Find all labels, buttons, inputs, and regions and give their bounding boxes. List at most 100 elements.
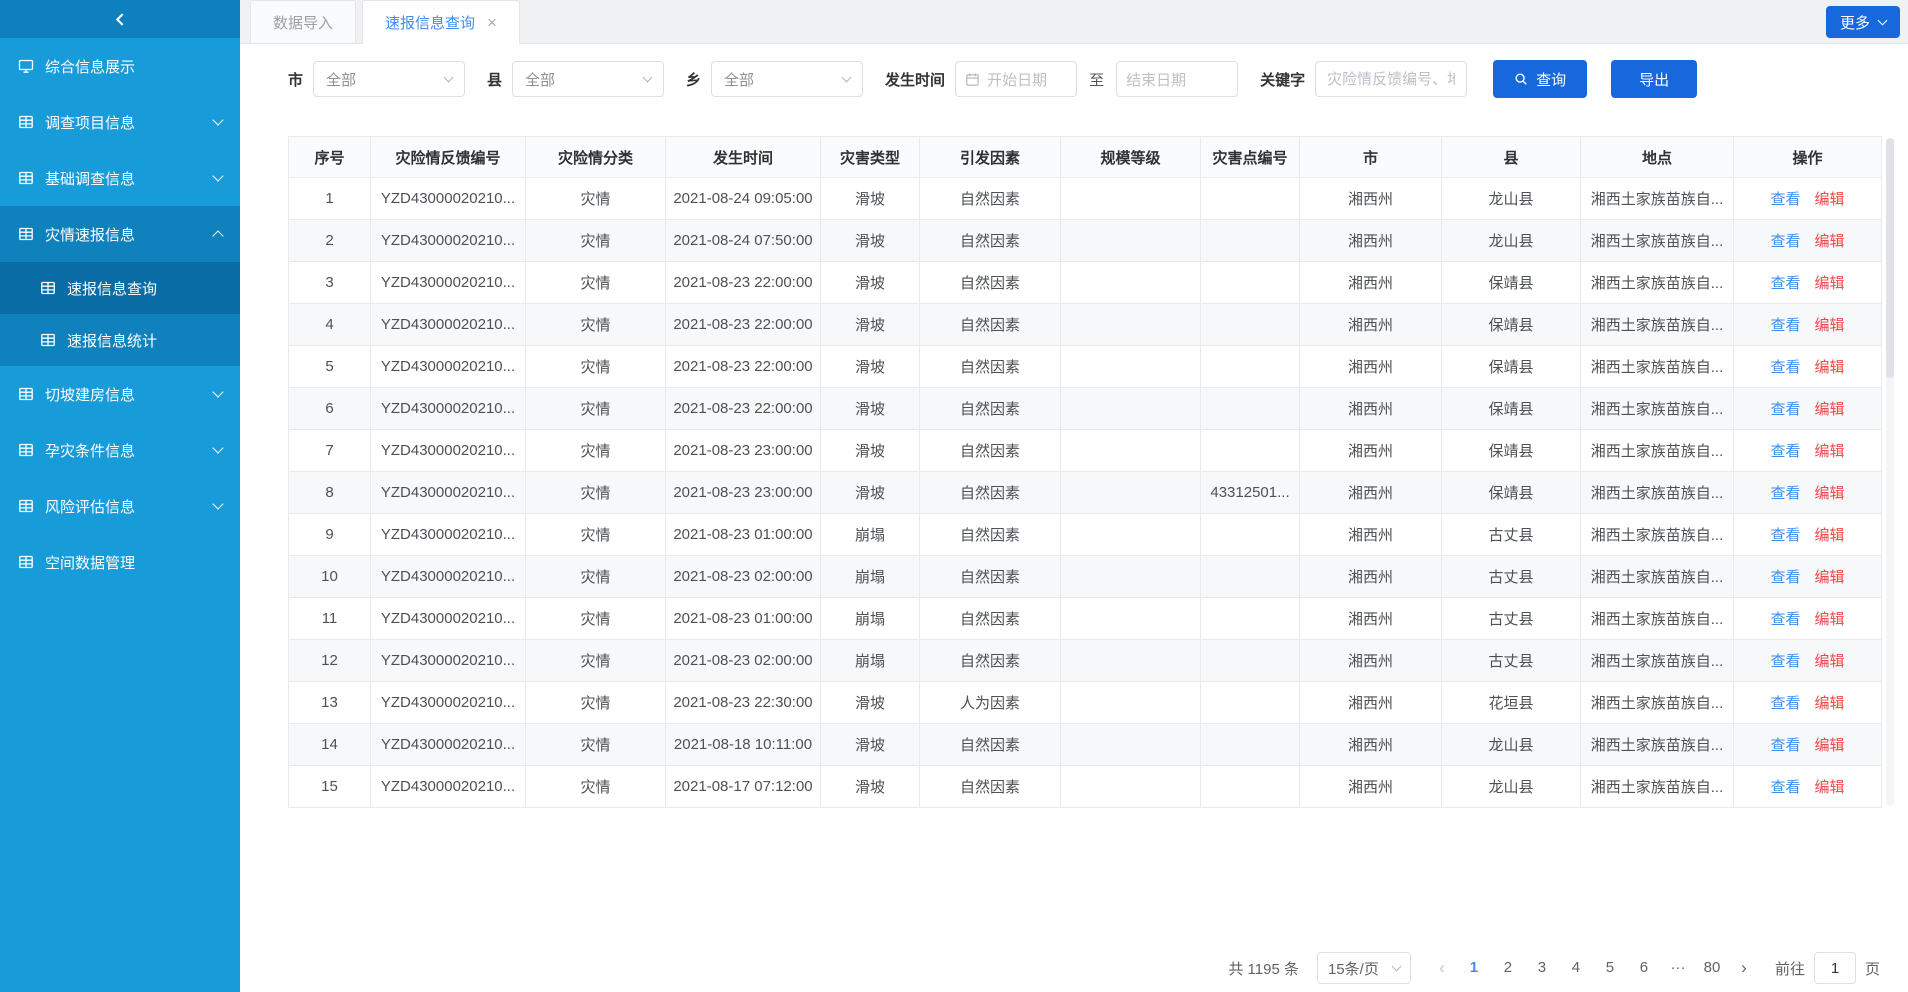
sidebar-item-6[interactable]: 风险评估信息 (0, 478, 240, 534)
edit-link[interactable]: 编辑 (1815, 191, 1845, 208)
chevron-left-icon (113, 12, 128, 27)
keyword-input[interactable] (1315, 61, 1467, 97)
view-link[interactable]: 查看 (1770, 359, 1800, 376)
cell-no: 2 (289, 220, 371, 262)
page-button-4[interactable]: 4 (1561, 953, 1591, 983)
sidebar-subitem-label: 速报信息查询 (67, 278, 157, 299)
sidebar-item-4[interactable]: 切坡建房信息 (0, 366, 240, 422)
page-button-6[interactable]: 6 (1629, 953, 1659, 983)
view-link[interactable]: 查看 (1770, 233, 1800, 250)
edit-link[interactable]: 编辑 (1815, 317, 1845, 334)
grid-icon (18, 554, 34, 570)
sidebar-subitem-3-1[interactable]: 速报信息统计 (0, 314, 240, 366)
view-link[interactable]: 查看 (1770, 695, 1800, 712)
page-size-select[interactable]: 15条/页 (1317, 952, 1411, 984)
page-button-1[interactable]: 1 (1459, 953, 1489, 983)
view-link[interactable]: 查看 (1770, 737, 1800, 754)
cell-point (1201, 724, 1300, 766)
cell-county: 古丈县 (1442, 514, 1581, 556)
end-date-input[interactable]: 结束日期 (1116, 61, 1238, 97)
next-page-button[interactable]: › (1729, 958, 1759, 978)
sidebar-item-7[interactable]: 空间数据管理 (0, 534, 240, 590)
column-header: 操作 (1734, 137, 1882, 178)
view-link[interactable]: 查看 (1770, 779, 1800, 796)
edit-link[interactable]: 编辑 (1815, 779, 1845, 796)
cell-no: 13 (289, 682, 371, 724)
view-link[interactable]: 查看 (1770, 191, 1800, 208)
edit-link[interactable]: 编辑 (1815, 359, 1845, 376)
view-link[interactable]: 查看 (1770, 611, 1800, 628)
tab-close-icon[interactable]: × (487, 14, 497, 31)
sidebar-item-1[interactable]: 调查项目信息 (0, 94, 240, 150)
cell-city: 湘西州 (1300, 220, 1442, 262)
sidebar-item-3[interactable]: 灾情速报信息 (0, 206, 240, 262)
cell-category: 灾情 (526, 556, 666, 598)
cell-no: 12 (289, 640, 371, 682)
sidebar-item-5[interactable]: 孕灾条件信息 (0, 422, 240, 478)
cell-code: YZD43000020210... (371, 220, 526, 262)
cell-no: 5 (289, 346, 371, 388)
cell-city: 湘西州 (1300, 388, 1442, 430)
sidebar-item-0[interactable]: 综合信息展示 (0, 38, 240, 94)
sidebar-item-2[interactable]: 基础调查信息 (0, 150, 240, 206)
edit-link[interactable]: 编辑 (1815, 233, 1845, 250)
total-count: 共 1195 条 (1228, 958, 1299, 979)
cell-factor: 自然因素 (920, 556, 1061, 598)
tab-data-import[interactable]: 数据导入 (250, 0, 356, 43)
chevron-down-icon (842, 72, 852, 82)
edit-link[interactable]: 编辑 (1815, 611, 1845, 628)
view-link[interactable]: 查看 (1770, 443, 1800, 460)
scrollbar-thumb[interactable] (1886, 138, 1894, 378)
cell-factor: 自然因素 (920, 388, 1061, 430)
cell-time: 2021-08-23 02:00:00 (666, 556, 821, 598)
cell-type: 滑坡 (821, 472, 920, 514)
cell-code: YZD43000020210... (371, 304, 526, 346)
more-button[interactable]: 更多 (1826, 6, 1900, 38)
prev-page-button[interactable]: ‹ (1427, 958, 1457, 978)
township-filter-label: 乡 (686, 69, 701, 90)
sidebar-collapse-button[interactable] (0, 0, 240, 38)
view-link[interactable]: 查看 (1770, 275, 1800, 292)
edit-link[interactable]: 编辑 (1815, 527, 1845, 544)
sidebar-subitem-3-0[interactable]: 速报信息查询 (0, 262, 240, 314)
page-button-5[interactable]: 5 (1595, 953, 1625, 983)
cell-point (1201, 346, 1300, 388)
page-button-2[interactable]: 2 (1493, 953, 1523, 983)
township-select[interactable]: 全部 (711, 61, 863, 97)
edit-link[interactable]: 编辑 (1815, 653, 1845, 670)
page-button-3[interactable]: 3 (1527, 953, 1557, 983)
city-select-value: 全部 (326, 69, 356, 90)
sidebar: 综合信息展示调查项目信息基础调查信息灾情速报信息速报信息查询速报信息统计切坡建房… (0, 0, 240, 992)
city-select[interactable]: 全部 (313, 61, 465, 97)
cell-time: 2021-08-23 22:00:00 (666, 346, 821, 388)
edit-link[interactable]: 编辑 (1815, 485, 1845, 502)
cell-type: 滑坡 (821, 220, 920, 262)
page-button-80[interactable]: 80 (1697, 953, 1727, 983)
view-link[interactable]: 查看 (1770, 527, 1800, 544)
page-ellipsis[interactable]: ··· (1663, 953, 1693, 983)
cell-time: 2021-08-18 10:11:00 (666, 724, 821, 766)
export-button[interactable]: 导出 (1611, 60, 1697, 98)
goto-page-input[interactable] (1814, 952, 1856, 984)
search-button[interactable]: 查询 (1493, 60, 1587, 98)
start-date-input[interactable]: 开始日期 (955, 61, 1077, 97)
view-link[interactable]: 查看 (1770, 317, 1800, 334)
edit-link[interactable]: 编辑 (1815, 443, 1845, 460)
view-link[interactable]: 查看 (1770, 569, 1800, 586)
cell-actions: 查看编辑 (1734, 514, 1882, 556)
edit-link[interactable]: 编辑 (1815, 737, 1845, 754)
cell-county: 古丈县 (1442, 640, 1581, 682)
view-link[interactable]: 查看 (1770, 401, 1800, 418)
cell-city: 湘西州 (1300, 430, 1442, 472)
chevron-down-icon (444, 72, 454, 82)
county-select[interactable]: 全部 (512, 61, 664, 97)
view-link[interactable]: 查看 (1770, 653, 1800, 670)
cell-actions: 查看编辑 (1734, 766, 1882, 808)
tab-report-query[interactable]: 速报信息查询 × (362, 0, 520, 44)
vertical-scrollbar[interactable] (1886, 138, 1894, 806)
edit-link[interactable]: 编辑 (1815, 275, 1845, 292)
edit-link[interactable]: 编辑 (1815, 401, 1845, 418)
view-link[interactable]: 查看 (1770, 485, 1800, 502)
edit-link[interactable]: 编辑 (1815, 569, 1845, 586)
edit-link[interactable]: 编辑 (1815, 695, 1845, 712)
